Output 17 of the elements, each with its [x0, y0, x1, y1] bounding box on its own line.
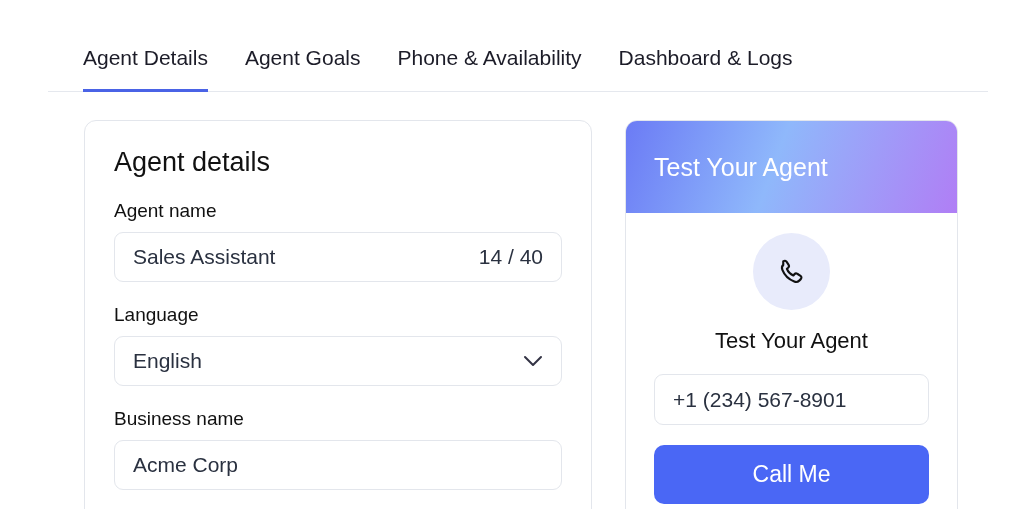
language-dropdown[interactable]: English — [114, 336, 562, 386]
card-title: Agent details — [114, 147, 272, 178]
tab[interactable]: Agent Goals — [244, 42, 361, 92]
field-label: Language — [114, 304, 200, 326]
input-field[interactable]: Acme Corp — [114, 440, 562, 490]
test-title: Test Your Agent — [715, 328, 868, 354]
input-field[interactable]: Sales Assistant 14 / 40 — [114, 232, 562, 282]
chevron-down-icon — [523, 355, 543, 367]
tab[interactable]: Agent Details — [83, 42, 208, 92]
phone-input[interactable]: +1 (234) 567-8901 — [654, 374, 929, 425]
character-counter: 14 / 40 — [478, 245, 543, 269]
header-title: Test Your Agent — [654, 152, 828, 182]
tab[interactable]: Dashboard & Logs — [618, 42, 793, 92]
field-label: Business name — [114, 408, 245, 430]
tab[interactable]: Phone & Availability — [397, 42, 582, 92]
field-label: Agent name — [114, 200, 218, 222]
call-me-button[interactable]: Call Me — [654, 445, 929, 504]
